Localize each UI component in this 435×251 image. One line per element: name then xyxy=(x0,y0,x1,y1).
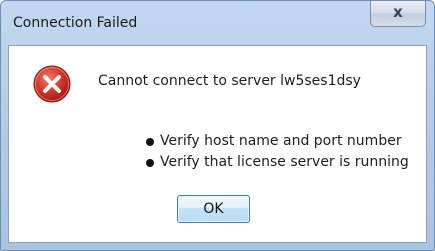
suggestion-text: Verify host name and port number xyxy=(160,133,402,149)
title-bar[interactable]: Connection Failed x xyxy=(1,1,434,45)
list-item: Verify that license server is running xyxy=(146,152,409,173)
dialog-content: Cannot connect to server lw5ses1dsy Veri… xyxy=(8,45,427,243)
error-icon xyxy=(33,65,71,103)
close-icon: x xyxy=(393,3,403,21)
ok-button[interactable]: OK xyxy=(177,195,250,223)
bullet-icon xyxy=(146,138,154,146)
dialog-window: Connection Failed x Cannot connect to se… xyxy=(0,0,435,251)
suggestion-text: Verify that license server is running xyxy=(160,154,409,170)
error-message: Cannot connect to server lw5ses1dsy xyxy=(98,73,361,89)
suggestion-list: Verify host name and port number Verify … xyxy=(146,131,409,173)
list-item: Verify host name and port number xyxy=(146,131,409,152)
close-button[interactable]: x xyxy=(370,1,426,27)
bullet-icon xyxy=(146,159,154,167)
window-title: Connection Failed xyxy=(13,15,138,31)
